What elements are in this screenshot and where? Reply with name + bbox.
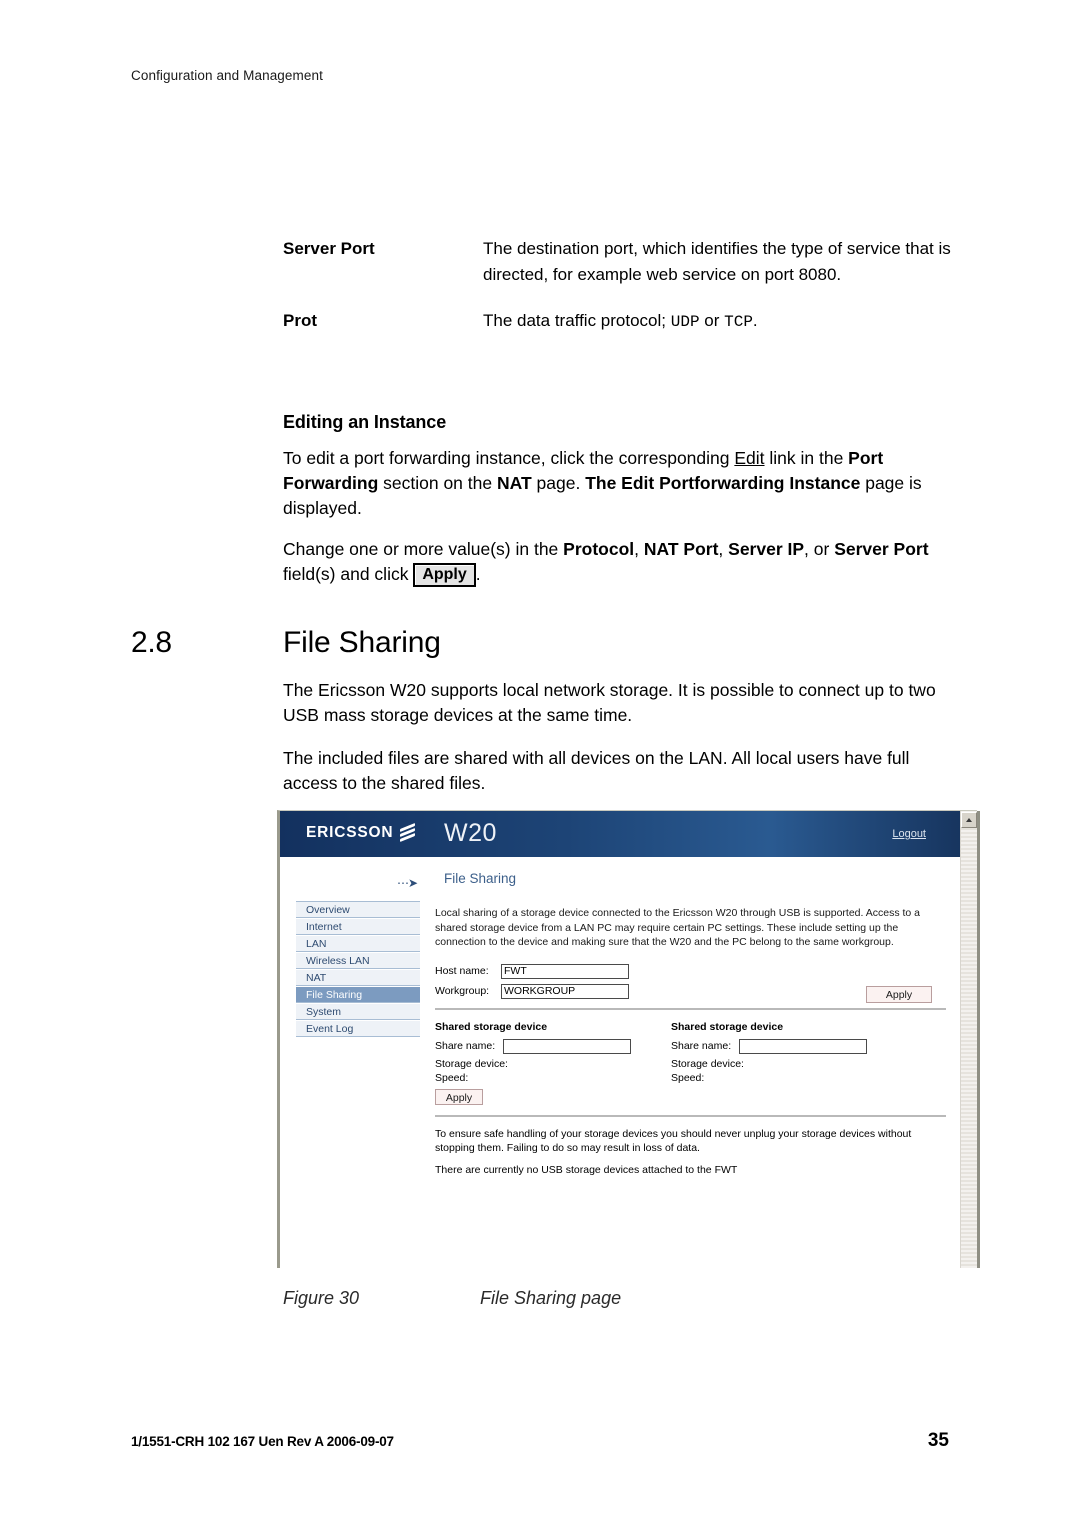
speed-label: Speed: — [671, 1071, 705, 1084]
screenshot-viewport: ERICSSON W20 Logout ⋯➤ File Sharing Over… — [280, 811, 960, 1268]
figure-label: Figure 30 — [283, 1288, 360, 1308]
intro-text: Local sharing of a storage device connec… — [435, 907, 921, 948]
host-name-input[interactable] — [501, 963, 629, 979]
definition-description: The destination port, which identifies t… — [483, 239, 951, 284]
text-bold: The Edit Portforwarding Instance — [585, 473, 861, 493]
sidebar-item-internet[interactable]: Internet — [296, 918, 420, 935]
sidebar-item-overview[interactable]: Overview — [296, 901, 420, 918]
text-suffix: . — [752, 311, 758, 330]
chapter-heading: 2.8 File Sharing — [131, 626, 961, 660]
definition-description: The data traffic protocol; UDP or TCP. — [483, 308, 758, 335]
paragraph-change-values: Change one or more value(s) in the Proto… — [283, 537, 955, 587]
divider — [435, 1114, 946, 1117]
figure-title: File Sharing page — [480, 1288, 622, 1308]
definition-term: Server Port — [283, 239, 375, 258]
storage-device-label: Storage device: — [435, 1057, 508, 1070]
page-number: 35 — [927, 1430, 949, 1451]
definition-list: Server Port The destination port, which … — [283, 236, 963, 355]
product-model: W20 — [444, 819, 497, 847]
chapter-number: 2.8 — [131, 626, 172, 659]
protocol-udp: UDP — [670, 313, 700, 331]
host-name-label: Host name: — [435, 965, 489, 977]
divider — [435, 1007, 946, 1010]
text-run: page. — [531, 473, 586, 493]
text-bold: NAT — [496, 473, 532, 493]
main-content: Local sharing of a storage device connec… — [420, 901, 960, 1268]
chapter-title: File Sharing — [283, 626, 441, 659]
embedded-screenshot: ERICSSON W20 Logout ⋯➤ File Sharing Over… — [277, 810, 980, 1268]
paragraph-file-sharing-1: The Ericsson W20 supports local network … — [283, 680, 936, 725]
ericsson-logo: ERICSSON — [306, 822, 416, 843]
breadcrumb: ⋯➤ File Sharing — [280, 857, 960, 901]
apply-host-settings-button[interactable]: Apply — [866, 985, 932, 1003]
sidebar-item-file-sharing[interactable]: File Sharing — [296, 986, 420, 1003]
page-body: Overview Internet LAN Wireless LAN NAT F… — [280, 901, 960, 1268]
text-run: , — [718, 539, 729, 559]
text-bold: Server IP — [728, 539, 805, 559]
definition-row-prot: Prot The data traffic protocol; UDP or T… — [283, 308, 963, 335]
shared-storage-device-1: Shared storage device Share name: Storag… — [435, 1021, 671, 1106]
shared-storage-devices: Shared storage device Share name: Storag… — [435, 1021, 946, 1106]
text-bold: Protocol — [563, 539, 635, 559]
screenshot-right-edge — [977, 811, 980, 1268]
sidebar-item-lan[interactable]: LAN — [296, 935, 420, 952]
device-title: Shared storage device — [671, 1020, 784, 1033]
text-bold: NAT Port — [643, 539, 719, 559]
shared-storage-device-2: Shared storage device Share name: Storag… — [671, 1021, 907, 1106]
text-prefix: The data traffic protocol; — [483, 311, 671, 330]
running-head: Configuration and Management — [131, 68, 323, 83]
apply-button[interactable]: Apply — [413, 563, 476, 587]
protocol-tcp: TCP — [724, 313, 753, 331]
share-name-input[interactable] — [503, 1038, 631, 1054]
app-banner: ERICSSON W20 Logout — [280, 811, 960, 857]
notice-line-1: To ensure safe handling of your storage … — [435, 1127, 912, 1155]
ericsson-stripes-icon — [400, 822, 416, 843]
sidebar-item-wireless-lan[interactable]: Wireless LAN — [296, 952, 420, 969]
sidebar-nav: Overview Internet LAN Wireless LAN NAT F… — [280, 901, 420, 1268]
paragraph-file-sharing-2: The included files are shared with all d… — [283, 748, 910, 793]
text-run: link in the — [764, 448, 849, 468]
text-middle: or — [699, 311, 725, 330]
figure-caption: Figure 30 File Sharing page — [283, 1288, 883, 1309]
text-run: To edit a port forwarding instance, clic… — [283, 448, 735, 468]
sidebar-item-nat[interactable]: NAT — [296, 969, 420, 986]
storage-notice: To ensure safe handling of your storage … — [435, 1127, 933, 1178]
paragraph-edit-instance: To edit a port forwarding instance, clic… — [283, 446, 955, 521]
definition-row-server-port: Server Port The destination port, which … — [283, 236, 963, 288]
vertical-scrollbar[interactable] — [960, 811, 977, 1268]
dotted-arrow-icon: ⋯➤ — [397, 876, 418, 890]
share-name-input[interactable] — [739, 1038, 867, 1054]
text-run: field(s) and click — [283, 564, 414, 584]
edit-link[interactable]: Edit — [734, 448, 764, 468]
share-name-row: Share name: — [435, 1038, 671, 1054]
subsection-heading: Editing an Instance — [283, 412, 447, 432]
notice-line-2: There are currently no USB storage devic… — [435, 1163, 738, 1176]
text-bold: Server Port — [834, 539, 929, 559]
logout-link[interactable]: Logout — [892, 828, 926, 840]
device-title: Shared storage device — [435, 1020, 548, 1033]
host-name-row: Host name: — [435, 963, 946, 979]
workgroup-input[interactable] — [501, 983, 629, 999]
share-name-row: Share name: — [671, 1038, 907, 1054]
host-settings-form: Host name: Workgroup: Apply — [435, 963, 946, 1003]
sidebar-item-system[interactable]: System — [296, 1003, 420, 1020]
speed-label: Speed: — [435, 1071, 469, 1084]
share-name-label: Share name: — [671, 1040, 732, 1052]
scroll-up-arrow-icon[interactable] — [961, 812, 977, 828]
sidebar-item-event-log[interactable]: Event Log — [296, 1020, 420, 1037]
definition-term: Prot — [283, 311, 317, 330]
storage-device-label: Storage device: — [671, 1057, 744, 1070]
text-run: . — [475, 564, 481, 584]
workgroup-label: Workgroup: — [435, 985, 490, 997]
brand-wordmark: ERICSSON — [306, 824, 394, 841]
apply-device-button[interactable]: Apply — [435, 1088, 483, 1105]
text-run: , or — [804, 539, 835, 559]
document-id: 1/1551-CRH 102 167 Uen Rev A 2006-09-07 — [131, 1434, 394, 1449]
text-run: section on the — [378, 473, 497, 493]
breadcrumb-label: File Sharing — [444, 871, 517, 886]
share-name-label: Share name: — [435, 1040, 496, 1052]
text-run: Change one or more value(s) in the — [283, 539, 564, 559]
text-run: , — [634, 539, 644, 559]
page-footer: 1/1551-CRH 102 167 Uen Rev A 2006-09-07 … — [131, 1430, 949, 1452]
